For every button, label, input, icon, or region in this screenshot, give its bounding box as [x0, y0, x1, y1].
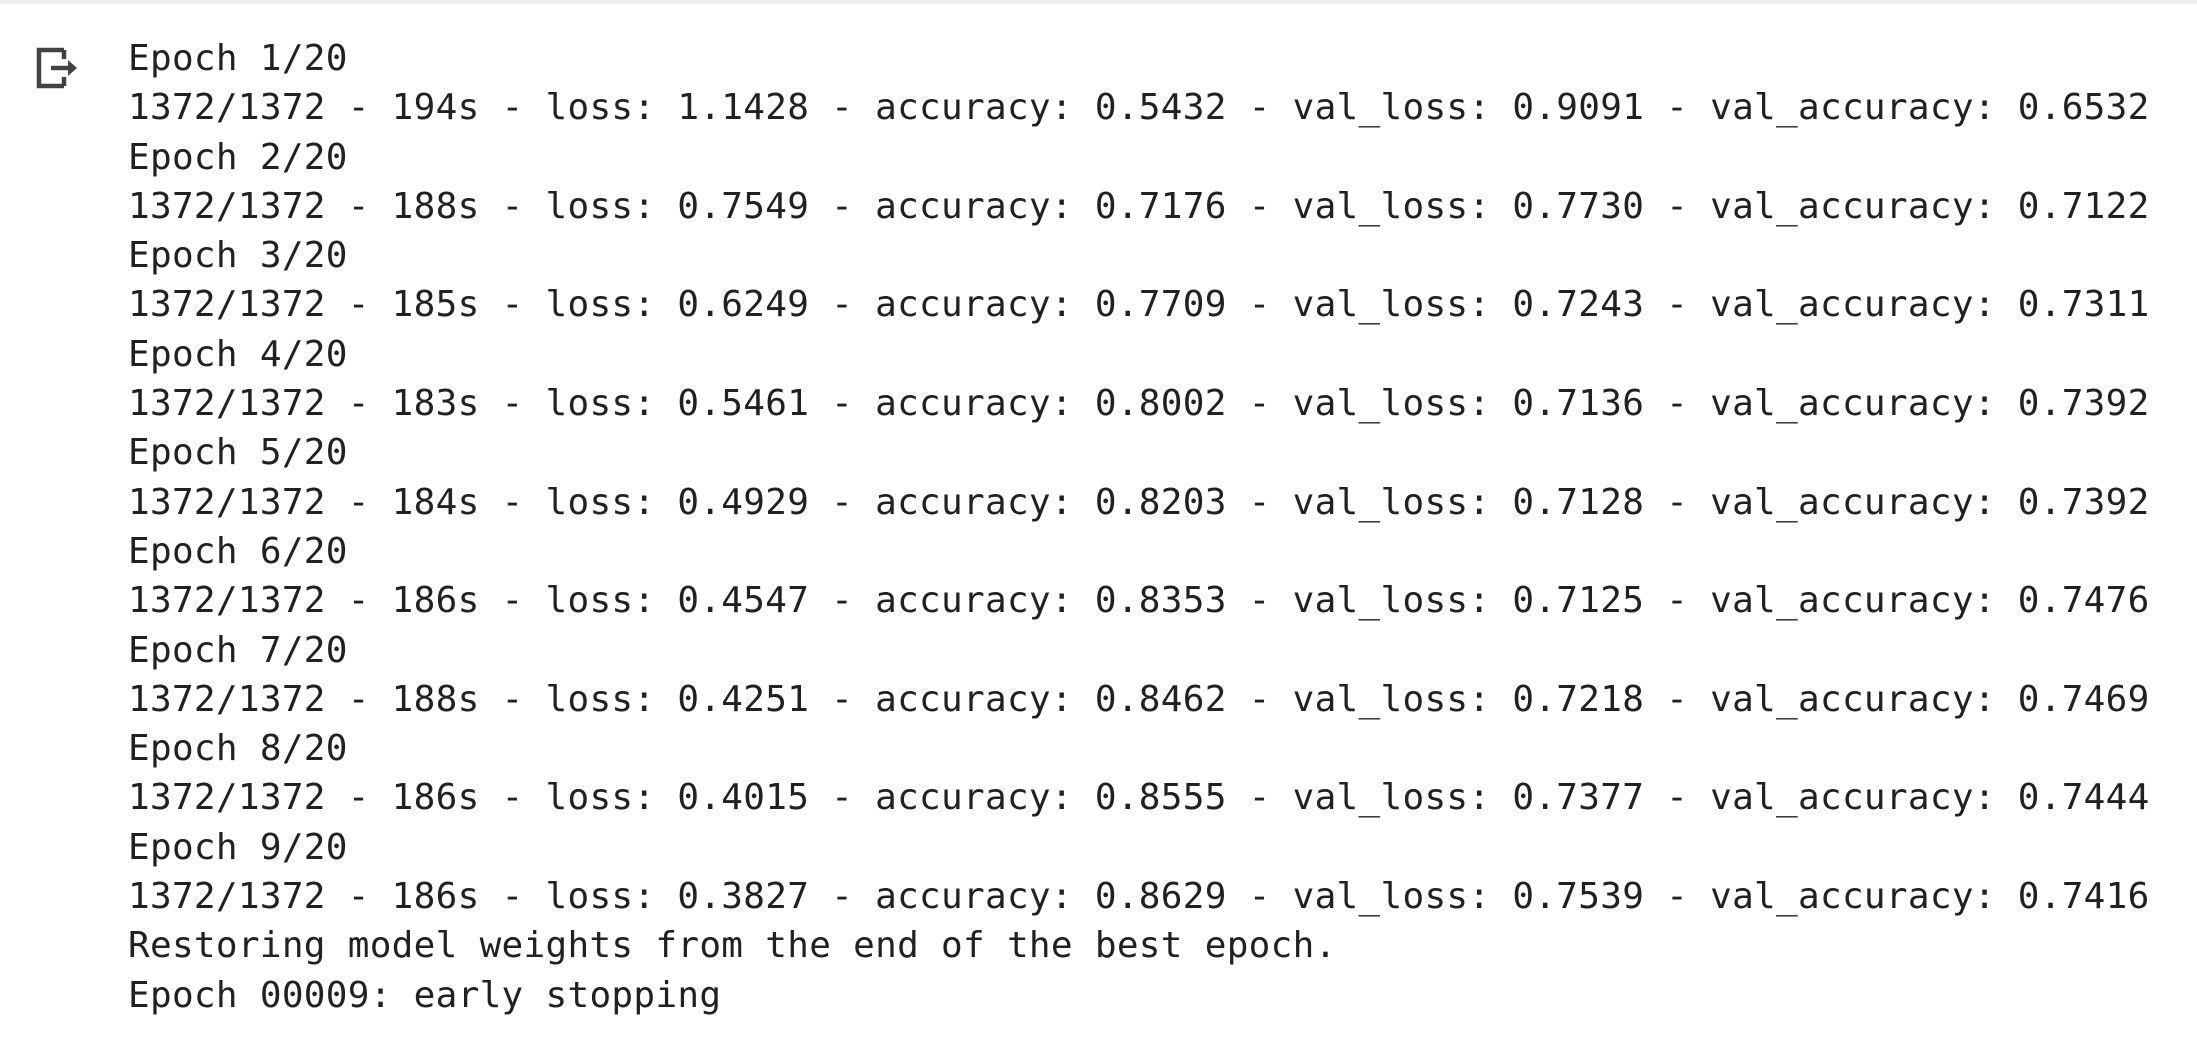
output-redirect-icon[interactable] — [34, 45, 84, 91]
log-line: Epoch 5/20 — [128, 432, 348, 474]
log-line: Restoring model weights from the end of … — [128, 925, 1337, 967]
log-line: 1372/1372 - 185s - loss: 0.6249 - accura… — [128, 284, 2150, 326]
log-line: Epoch 9/20 — [128, 826, 348, 868]
log-line: 1372/1372 - 186s - loss: 0.3827 - accura… — [128, 876, 2150, 918]
log-line: Epoch 6/20 — [128, 530, 348, 572]
log-line: Epoch 00009: early stopping — [128, 974, 722, 1016]
log-line: Epoch 4/20 — [128, 333, 348, 375]
log-line: 1372/1372 - 184s - loss: 0.4929 - accura… — [128, 481, 2150, 523]
log-line: Epoch 1/20 — [128, 38, 348, 79]
log-line: 1372/1372 - 194s - loss: 1.1428 - accura… — [128, 87, 2150, 129]
log-line: 1372/1372 - 186s - loss: 0.4015 - accura… — [128, 777, 2150, 819]
log-line: Epoch 3/20 — [128, 235, 348, 277]
log-line: 1372/1372 - 186s - loss: 0.4547 - accura… — [128, 580, 2150, 622]
log-line: Epoch 2/20 — [128, 136, 348, 178]
log-line: 1372/1372 - 188s - loss: 0.7549 - accura… — [128, 185, 2150, 227]
log-line: 1372/1372 - 188s - loss: 0.4251 - accura… — [128, 678, 2150, 720]
log-line: Epoch 7/20 — [128, 629, 348, 671]
log-line: 1372/1372 - 183s - loss: 0.5461 - accura… — [128, 383, 2150, 425]
training-log-output: Epoch 1/20 1372/1372 - 194s - loss: 1.142… — [128, 34, 2150, 1020]
cell-output-area: Epoch 1/20 1372/1372 - 194s - loss: 1.142… — [0, 4, 2197, 1058]
log-line: Epoch 8/20 — [128, 728, 348, 770]
